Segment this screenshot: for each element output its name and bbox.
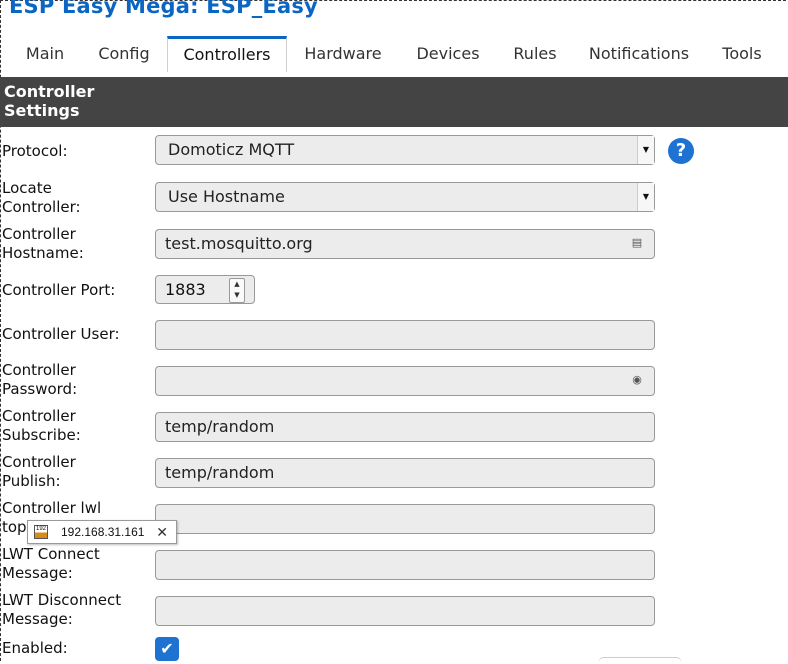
tab-bar: Main Config Controllers Hardware Devices…	[0, 36, 788, 72]
subscribe-label: Controller Subscribe:	[2, 407, 152, 445]
caret-down-icon: ▼	[637, 183, 654, 211]
subscribe-input[interactable]: temp/random	[155, 412, 655, 442]
user-label: Controller User:	[2, 325, 120, 343]
checkmark-icon: ✔	[160, 639, 174, 658]
protocol-select[interactable]: Domoticz MQTT ▼	[155, 135, 655, 165]
enabled-checkbox[interactable]: ✔	[155, 637, 179, 661]
lwt-disconnect-input[interactable]	[155, 596, 655, 626]
password-label-line1: Controller	[2, 361, 76, 379]
lwt-connect-input[interactable]	[155, 550, 655, 580]
protocol-label: Protocol:	[2, 142, 68, 160]
lwt-topic-label-line1: Controller lwl	[2, 499, 102, 517]
publish-value: temp/random	[165, 463, 275, 482]
help-icon[interactable]: ?	[668, 138, 694, 164]
url-tooltip: 192 192.168.31.161 ✕	[27, 520, 177, 544]
user-input[interactable]	[155, 320, 655, 350]
subscribe-label-line1: Controller	[2, 407, 76, 425]
publish-label-line1: Controller	[2, 453, 76, 471]
locate-label-line1: Locate	[2, 179, 52, 197]
tab-devices[interactable]: Devices	[408, 36, 488, 71]
password-label: Controller Password:	[2, 361, 152, 399]
locate-value: Use Hostname	[168, 187, 285, 206]
protocol-value: Domoticz MQTT	[168, 140, 295, 159]
close-icon[interactable]: ✕	[156, 521, 168, 543]
hostname-label-line2: Hostname:	[2, 244, 84, 262]
publish-input[interactable]: temp/random	[155, 458, 655, 488]
subscribe-value: temp/random	[165, 417, 275, 436]
lwt-connect-label-line2: Message:	[2, 564, 73, 582]
tab-notifications[interactable]: Notifications	[580, 36, 698, 71]
lwt-disconnect-label: LWT Disconnect Message:	[2, 591, 152, 629]
spinner-icon[interactable]: ▲ ▼	[229, 278, 245, 303]
locate-label: Locate Controller:	[2, 179, 152, 217]
lwt-connect-label: LWT Connect Message:	[2, 545, 152, 583]
tab-main[interactable]: Main	[17, 36, 73, 71]
hostname-label-line1: Controller	[2, 225, 76, 243]
lwt-disconnect-label-line1: LWT Disconnect	[2, 591, 122, 609]
tooltip-text: 192.168.31.161	[61, 525, 145, 539]
caret-down-icon: ▼	[637, 136, 654, 164]
port-value: 1883	[165, 280, 206, 299]
key-icon[interactable]: ◉	[630, 373, 644, 387]
tab-rules[interactable]: Rules	[504, 36, 566, 71]
lwt-topic-input[interactable]	[155, 504, 655, 534]
tab-config[interactable]: Config	[90, 36, 158, 71]
port-label: Controller Port:	[2, 281, 116, 299]
publish-label-line2: Publish:	[2, 472, 61, 490]
favicon-icon: 192	[34, 525, 48, 539]
password-label-line2: Password:	[2, 380, 78, 398]
section-title-line2: Settings	[4, 101, 80, 120]
tab-tools[interactable]: Tools	[713, 36, 771, 71]
section-title-line1: Controller	[4, 82, 95, 101]
contact-card-icon[interactable]: ▤	[630, 236, 644, 250]
lwt-connect-label-line1: LWT Connect	[2, 545, 100, 563]
locate-label-line2: Controller:	[2, 198, 81, 216]
publish-label: Controller Publish:	[2, 453, 152, 491]
tab-hardware[interactable]: Hardware	[296, 36, 390, 71]
port-input[interactable]: 1883 ▲ ▼	[155, 275, 255, 304]
subscribe-label-line2: Subscribe:	[2, 426, 81, 444]
locate-controller-select[interactable]: Use Hostname ▼	[155, 182, 655, 212]
enabled-label: Enabled:	[2, 639, 68, 657]
hostname-label: Controller Hostname:	[2, 225, 152, 263]
password-input[interactable]: ◉	[155, 366, 655, 396]
app-title: ESP Easy Mega: ESP_Easy	[9, 0, 318, 18]
tab-controllers[interactable]: Controllers	[167, 36, 287, 72]
section-header: Controller Settings	[0, 77, 788, 127]
lwt-disconnect-label-line2: Message:	[2, 610, 73, 628]
hostname-input[interactable]: test.mosquitto.org ▤	[155, 229, 655, 259]
hostname-value: test.mosquitto.org	[165, 234, 313, 253]
